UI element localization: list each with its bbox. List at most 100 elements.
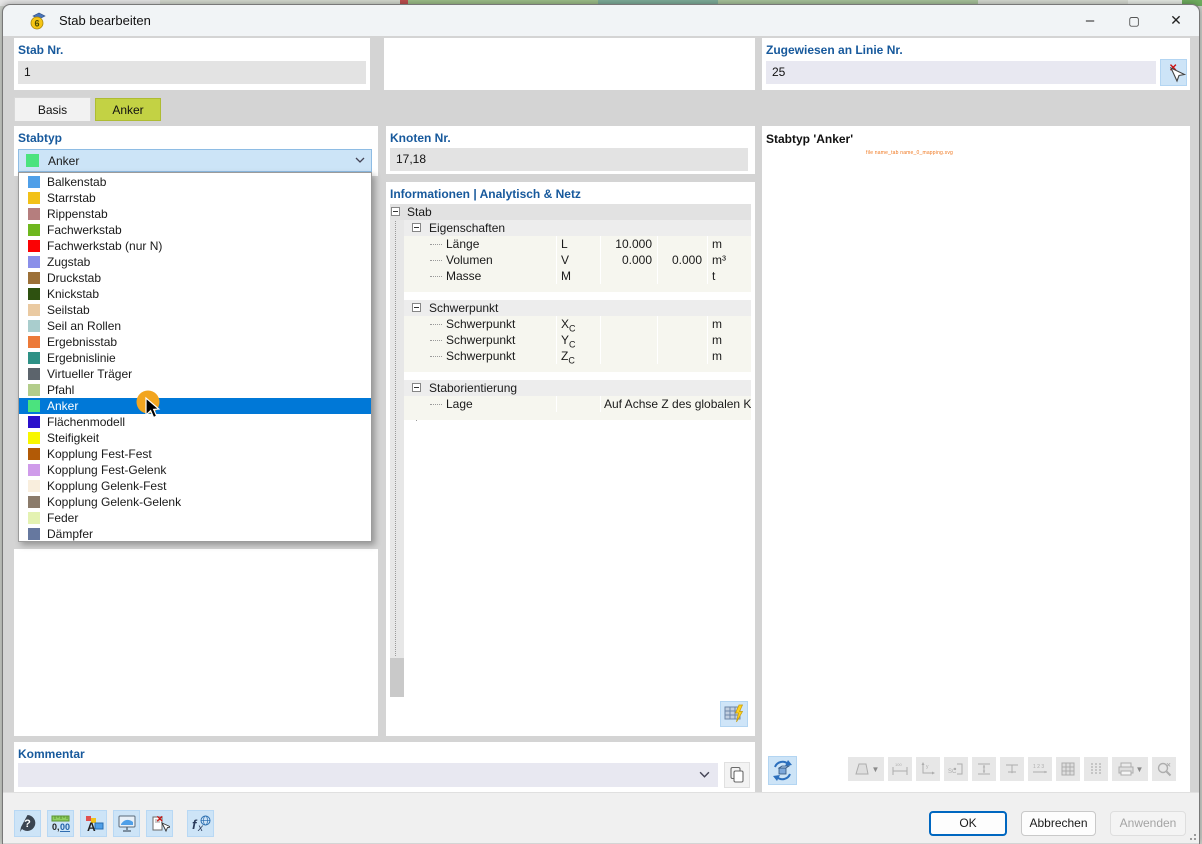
stabtyp-option[interactable]: Seilstab	[19, 302, 371, 318]
stabtyp-option[interactable]: Zugstab	[19, 254, 371, 270]
option-label: Pfahl	[47, 383, 74, 397]
stabtyp-option[interactable]: Kopplung Gelenk-Fest	[19, 478, 371, 494]
ok-button[interactable]: OK	[929, 811, 1007, 836]
dimension-lines-button[interactable]: 100	[888, 757, 912, 781]
property-value-1	[601, 348, 657, 364]
selected-type-swatch	[26, 154, 39, 167]
svg-text:6: 6	[34, 19, 39, 29]
type-color-swatch	[28, 224, 40, 236]
stabtyp-option[interactable]: Anker	[19, 398, 371, 414]
stabtyp-option[interactable]: Rippenstab	[19, 206, 371, 222]
stabtyp-option[interactable]: Kopplung Fest-Fest	[19, 446, 371, 462]
table-recalculate-button[interactable]	[720, 701, 748, 727]
copy-comment-button[interactable]	[724, 762, 750, 788]
knoten-input[interactable]: 17,18	[390, 148, 748, 171]
copy-icon	[729, 766, 745, 784]
numbering-icon: 1 2 3	[1031, 761, 1049, 777]
collapse-box-icon[interactable]	[412, 223, 421, 232]
find-zoom-icon: ✕	[1155, 761, 1173, 777]
stabtyp-option[interactable]: Steifigkeit	[19, 430, 371, 446]
tree-row-tail	[404, 284, 751, 292]
empty-top-panel	[384, 38, 755, 90]
tree-data-row: SchwerpunktZCm	[404, 348, 752, 364]
stabtyp-option[interactable]: Kopplung Gelenk-Gelenk	[19, 494, 371, 510]
tree-group-row: Staborientierung	[404, 380, 751, 396]
property-value-1	[601, 268, 657, 284]
find-zoom-button[interactable]: ✕	[1152, 757, 1176, 781]
delete-selection-button[interactable]: ✕	[146, 810, 173, 837]
stabtyp-option[interactable]: Fachwerkstab (nur N)	[19, 238, 371, 254]
property-unit: m	[708, 316, 751, 332]
stabtyp-option[interactable]: Ergebnislinie	[19, 350, 371, 366]
tree-scrollbar[interactable]	[390, 658, 404, 697]
stabtyp-option[interactable]: Virtueller Träger	[19, 366, 371, 382]
dotted-numbering-button[interactable]	[1084, 757, 1108, 781]
option-label: Seilstab	[47, 303, 90, 317]
stabtyp-option[interactable]: Flächenmodell	[19, 414, 371, 430]
apply-button[interactable]: Anwenden	[1110, 811, 1186, 836]
stabtyp-option[interactable]: Ergebnisstab	[19, 334, 371, 350]
stabtyp-option[interactable]: Fachwerkstab	[19, 222, 371, 238]
screen-settings-button[interactable]	[113, 810, 140, 837]
title-bar[interactable]: 6 Stab bearbeiten – ▢ ✕	[3, 5, 1199, 36]
stabtyp-option[interactable]: Seil an Rollen	[19, 318, 371, 334]
property-name: Masse	[404, 268, 556, 284]
collapse-box-icon[interactable]	[412, 383, 421, 392]
property-unit: t	[708, 268, 751, 284]
sync-view-button[interactable]	[768, 756, 797, 785]
option-label: Knickstab	[47, 287, 99, 301]
member-axes-button[interactable]: y	[916, 757, 940, 781]
resize-grip[interactable]	[1186, 830, 1196, 840]
type-color-swatch	[28, 448, 40, 460]
selected-type-label: Anker	[48, 154, 79, 168]
chevron-down-icon: ▼	[872, 765, 880, 774]
property-unit: m	[708, 348, 751, 364]
help-button[interactable]: ?	[14, 810, 41, 837]
stabtyp-option[interactable]: Kopplung Fest-Gelenk	[19, 462, 371, 478]
section-shape-button[interactable]: ▼	[848, 757, 884, 781]
cancel-button[interactable]: Abbrechen	[1021, 811, 1096, 836]
stabtyp-panel: Stabtyp Anker	[14, 126, 378, 176]
stabtyp-option[interactable]: Pfahl	[19, 382, 371, 398]
stabtyp-option[interactable]: Balkenstab	[19, 174, 371, 190]
stabtyp-option[interactable]: Dämpfer	[19, 526, 371, 542]
stabtyp-option[interactable]: Feder	[19, 510, 371, 526]
property-value-1: 0.000	[601, 252, 657, 268]
minimize-icon[interactable]: –	[1071, 5, 1109, 36]
printer-button[interactable]: ▼	[1112, 757, 1148, 781]
help-icon: ?	[18, 814, 37, 833]
stabtyp-option[interactable]: Starrstab	[19, 190, 371, 206]
svg-text:✕: ✕	[156, 814, 164, 824]
numbering-button[interactable]: 1 2 3	[1028, 757, 1052, 781]
section-dimensions-alt-button[interactable]	[1000, 757, 1024, 781]
option-label: Ergebnislinie	[47, 351, 116, 365]
linie-input[interactable]: 25	[766, 61, 1156, 84]
chevron-down-icon	[699, 769, 710, 780]
grid-button[interactable]	[1056, 757, 1080, 781]
maximize-icon[interactable]: ▢	[1115, 5, 1153, 36]
kommentar-combobox[interactable]	[18, 763, 718, 787]
tab-basis[interactable]: Basis	[14, 97, 91, 121]
tab-anker[interactable]: Anker	[95, 98, 161, 121]
collapse-box-icon[interactable]	[391, 207, 400, 216]
type-color-swatch	[28, 416, 40, 428]
stabtyp-option[interactable]: Druckstab	[19, 270, 371, 286]
shear-center-icon: SC	[947, 761, 965, 777]
stab-nr-input[interactable]: 1	[18, 61, 366, 84]
close-icon[interactable]: ✕	[1157, 5, 1195, 36]
property-symbol: V	[557, 252, 600, 268]
display-properties-button[interactable]: A	[80, 810, 107, 837]
option-label: Ergebnisstab	[47, 335, 117, 349]
property-name: Schwerpunkt	[404, 316, 556, 332]
stabtyp-combobox[interactable]: Anker	[18, 149, 372, 172]
tree-rows: StabEigenschaftenLängeL10.000mVolumenV0.…	[390, 204, 752, 420]
collapse-box-icon[interactable]	[412, 303, 421, 312]
decimal-places-button[interactable]: 0,00	[47, 810, 74, 837]
formula-button[interactable]: fx	[187, 810, 214, 837]
shear-center-button[interactable]: SC	[944, 757, 968, 781]
window-title: Stab bearbeiten	[59, 13, 151, 28]
stabtyp-label: Stabtyp	[18, 131, 62, 145]
stabtyp-option[interactable]: Knickstab	[19, 286, 371, 302]
select-line-pointer-button[interactable]: ✕	[1160, 59, 1187, 86]
section-dimensions-button[interactable]	[972, 757, 996, 781]
